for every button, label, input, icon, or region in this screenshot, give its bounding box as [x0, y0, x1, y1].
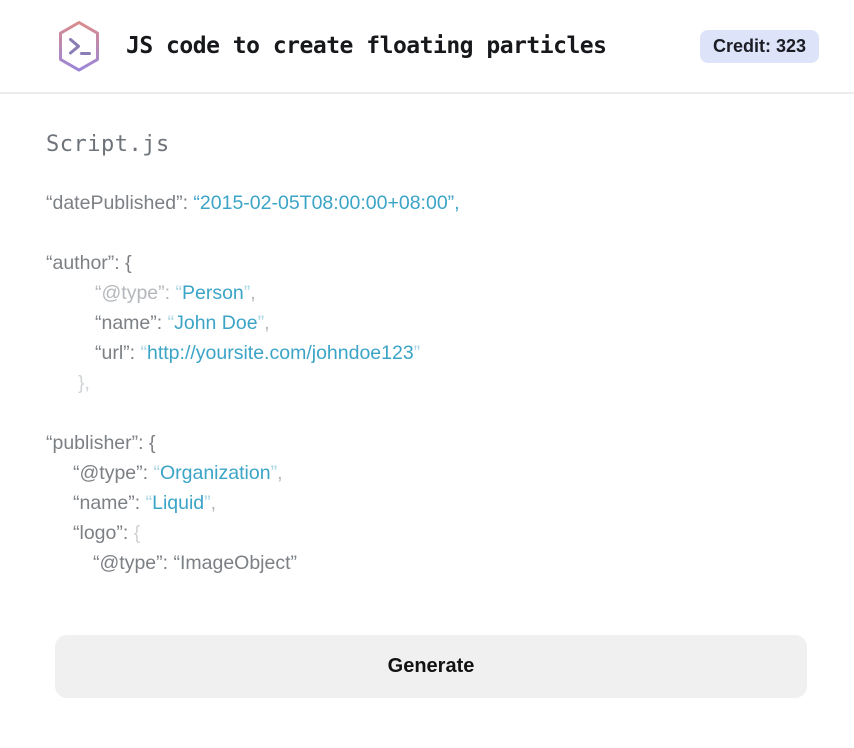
code-line: “author”: { — [46, 248, 808, 278]
code-line: “publisher”: { — [46, 428, 808, 458]
code-token: Liquid — [152, 492, 204, 514]
code-token: Person — [182, 282, 244, 304]
code-token: “url”: — [95, 342, 141, 364]
code-line: “@type”: “ImageObject” — [46, 548, 808, 578]
code-token: , — [211, 492, 216, 514]
editor-panel: Script.js “datePublished”: “2015-02-05T0… — [0, 132, 854, 578]
page-title: JS code to create floating particles — [126, 33, 607, 59]
code-token: “name”: — [95, 312, 168, 334]
code-token: “datePublished”: — [46, 192, 193, 214]
code-token: }, — [78, 372, 90, 394]
filename-label: Script.js — [46, 132, 808, 158]
code-token: “2015-02-05T08:00:00+08:00”, — [193, 192, 459, 214]
code-line: }, — [46, 368, 808, 398]
code-token: “publisher”: { — [46, 432, 155, 454]
code-line: “url”: “http://yoursite.com/johndoe123” — [46, 338, 808, 368]
terminal-hexagon-icon — [55, 20, 103, 73]
code-line: “@type”: “Organization”, — [46, 458, 808, 488]
code-line — [46, 218, 808, 248]
code-token: , — [250, 282, 255, 304]
code-token: “@type”: — [73, 462, 153, 484]
code-token: “name”: — [73, 492, 146, 514]
app-header: JS code to create floating particles Cre… — [0, 0, 854, 94]
code-token: “@type”: “ImageObject” — [93, 552, 297, 574]
code-token: John Doe — [174, 312, 257, 334]
code-token: Organization — [160, 462, 271, 484]
generate-button[interactable]: Generate — [55, 635, 807, 698]
code-line: “@type”: “Person”, — [46, 278, 808, 308]
code-line: “name”: “Liquid”, — [46, 488, 808, 518]
code-token: , — [277, 462, 282, 484]
credit-badge: Credit: 323 — [700, 30, 819, 63]
code-line — [46, 398, 808, 428]
code-token: “logo”: — [73, 522, 134, 544]
code-token: “@type”: — [95, 282, 175, 304]
code-token: { — [134, 522, 141, 544]
code-token: , — [264, 312, 269, 334]
code-line: “datePublished”: “2015-02-05T08:00:00+08… — [46, 188, 808, 218]
code-line: “name”: “John Doe”, — [46, 308, 808, 338]
code-token: “author”: { — [46, 252, 132, 274]
code-block: “datePublished”: “2015-02-05T08:00:00+08… — [46, 188, 808, 578]
code-token: ” — [414, 342, 421, 364]
code-line: “logo”: { — [46, 518, 808, 548]
code-token: http://yoursite.com/johndoe123 — [147, 342, 414, 364]
